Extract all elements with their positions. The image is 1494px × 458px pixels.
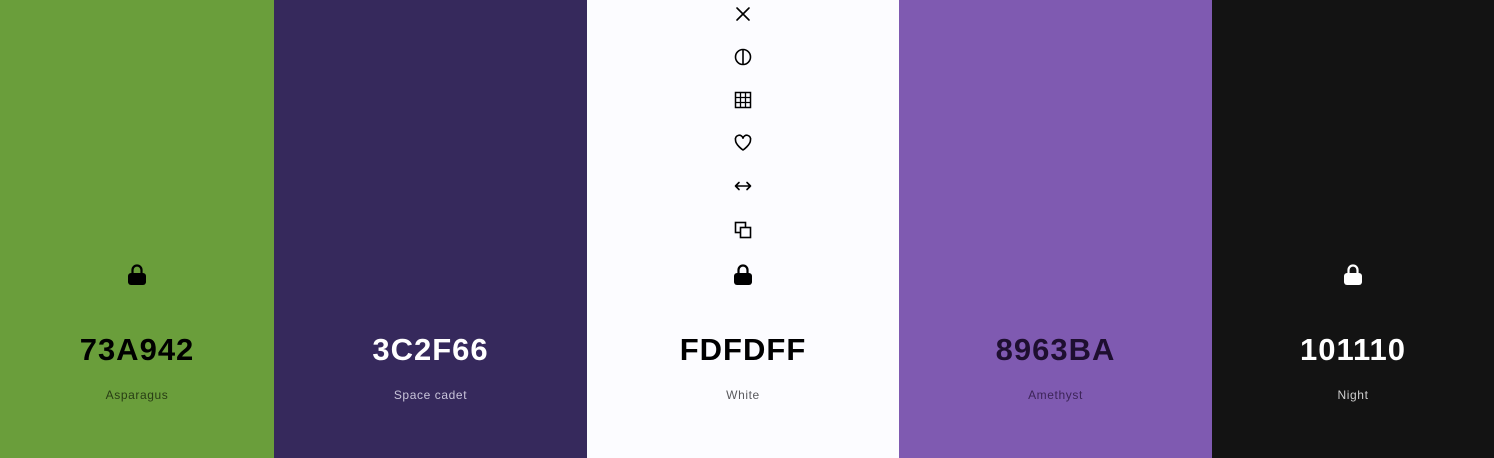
swatch-amethyst[interactable]: 8963BA Amethyst <box>899 0 1212 458</box>
swatch-white[interactable]: FDFDFF White <box>587 0 899 458</box>
lock-icon <box>1344 264 1362 285</box>
color-name[interactable]: Amethyst <box>899 387 1212 403</box>
contrast-icon <box>734 48 752 66</box>
lock-button[interactable] <box>727 261 759 289</box>
color-name[interactable]: Night <box>1212 387 1494 403</box>
copy-hex-button[interactable] <box>727 216 759 244</box>
swatch-night[interactable]: 101110 Night <box>1212 0 1494 458</box>
swatch-space-cadet[interactable]: 3C2F66 Space cadet <box>274 0 587 458</box>
swatch-asparagus[interactable]: 73A942 Asparagus <box>0 0 274 458</box>
view-grid-button[interactable] <box>727 86 759 114</box>
drag-button[interactable] <box>727 172 759 200</box>
color-name[interactable]: Space cadet <box>274 387 587 403</box>
hex-code[interactable]: 73A942 <box>0 331 274 369</box>
hex-code[interactable]: FDFDFF <box>587 331 899 369</box>
lock-button[interactable] <box>1340 262 1366 288</box>
lock-button[interactable] <box>124 262 150 288</box>
color-name[interactable]: White <box>587 387 899 403</box>
lock-icon <box>734 264 752 285</box>
arrows-horizontal-icon <box>734 181 752 191</box>
color-name[interactable]: Asparagus <box>0 387 274 403</box>
remove-color-button[interactable] <box>727 0 759 28</box>
close-icon <box>736 7 750 21</box>
lock-icon <box>128 264 146 285</box>
favorite-button[interactable] <box>727 129 759 157</box>
palette: 73A942 Asparagus 3C2F66 Space cadet FDFD… <box>0 0 1494 458</box>
hex-code[interactable]: 8963BA <box>899 331 1212 369</box>
hex-code[interactable]: 3C2F66 <box>274 331 587 369</box>
view-shades-button[interactable] <box>727 43 759 71</box>
copy-icon <box>734 221 752 239</box>
hex-code[interactable]: 101110 <box>1212 331 1494 369</box>
grid-icon <box>734 91 752 109</box>
heart-icon <box>734 134 752 151</box>
